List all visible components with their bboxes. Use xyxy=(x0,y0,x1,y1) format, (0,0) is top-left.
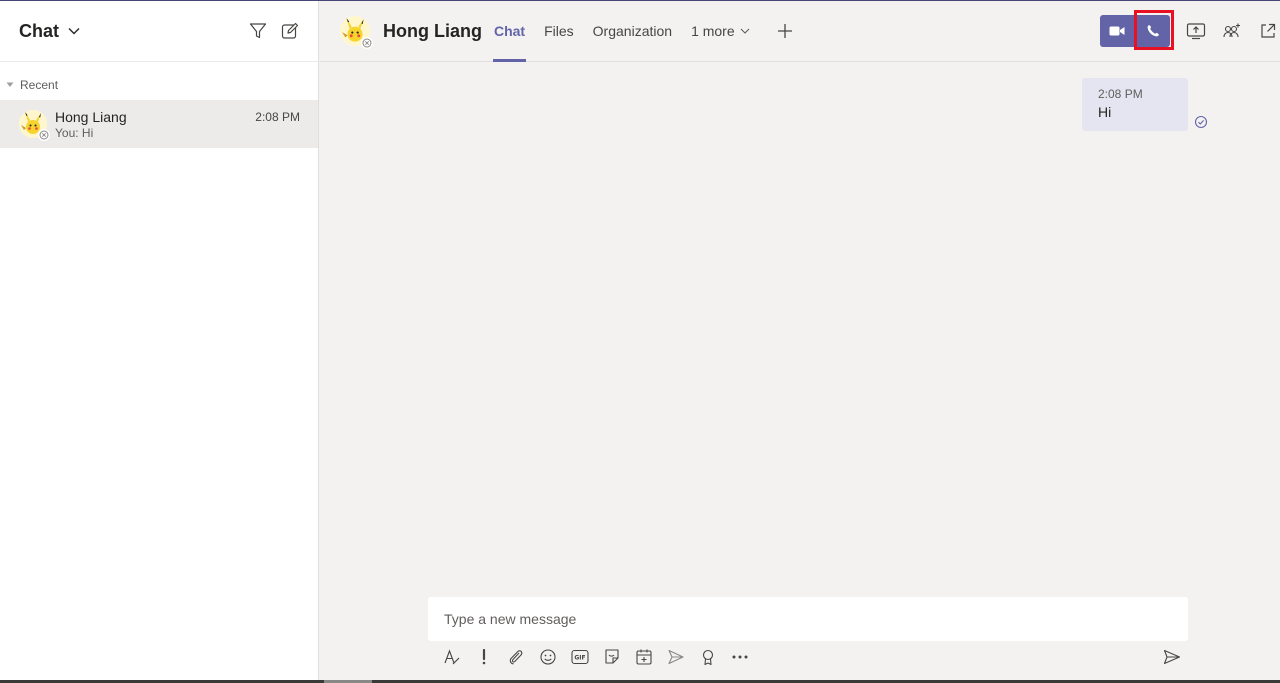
stream-icon[interactable] xyxy=(666,647,686,667)
call-buttons xyxy=(1100,15,1170,47)
chat-item-time: 2:08 PM xyxy=(255,110,300,124)
message-text: Hi xyxy=(1098,104,1112,120)
compose-icon[interactable] xyxy=(280,21,300,41)
chevron-down-icon[interactable] xyxy=(68,27,80,35)
chat-list-header: Chat xyxy=(0,1,318,62)
chat-list-title[interactable]: Chat xyxy=(19,21,59,42)
message-time: 2:08 PM xyxy=(1098,87,1143,101)
attach-icon[interactable] xyxy=(506,647,526,667)
chat-item-preview: You: Hi xyxy=(55,125,94,140)
tab-files[interactable]: Files xyxy=(543,1,575,62)
message-bubble[interactable]: 2:08 PM Hi xyxy=(1082,78,1188,131)
caret-down-icon xyxy=(6,82,14,88)
chat-list-item[interactable]: Hong Liang You: Hi 2:08 PM xyxy=(0,100,318,148)
svg-text:GIF: GIF xyxy=(574,655,585,662)
video-call-icon xyxy=(1109,26,1125,36)
conversation-pane: Hong Liang Chat Files Organization 1 mor… xyxy=(320,1,1280,680)
avatar[interactable] xyxy=(340,16,373,49)
avatar xyxy=(19,110,50,141)
composer-toolbar: GIF xyxy=(442,647,750,667)
important-icon[interactable] xyxy=(474,647,494,667)
message-input[interactable] xyxy=(444,611,1172,627)
format-icon[interactable] xyxy=(442,647,462,667)
recent-section-toggle[interactable]: Recent xyxy=(0,74,318,96)
add-tab-icon[interactable] xyxy=(777,23,793,39)
chat-list-pane: Chat Recent Hong Liang You: Hi 2:08 PM xyxy=(0,1,319,680)
share-screen-icon[interactable] xyxy=(1186,21,1206,41)
presence-offline-icon xyxy=(361,37,373,49)
gif-icon[interactable]: GIF xyxy=(570,647,590,667)
chevron-down-icon xyxy=(740,28,750,34)
contact-name: Hong Liang xyxy=(383,20,482,41)
more-options-icon[interactable] xyxy=(730,647,750,667)
sticker-icon[interactable] xyxy=(602,647,622,667)
emoji-icon[interactable] xyxy=(538,647,558,667)
sent-status-icon xyxy=(1194,115,1208,129)
pop-out-icon[interactable] xyxy=(1258,21,1278,41)
schedule-meeting-icon[interactable] xyxy=(634,647,654,667)
tab-more[interactable]: 1 more xyxy=(690,1,751,62)
filter-icon[interactable] xyxy=(248,21,268,41)
video-call-button[interactable] xyxy=(1100,15,1134,47)
audio-call-button[interactable] xyxy=(1134,15,1170,47)
send-icon[interactable] xyxy=(1162,647,1182,667)
tab-more-label: 1 more xyxy=(691,23,735,39)
recent-section-label: Recent xyxy=(20,78,59,92)
praise-icon[interactable] xyxy=(698,647,718,667)
add-people-icon[interactable] xyxy=(1222,21,1242,41)
conversation-tabs: Chat Files Organization 1 more xyxy=(492,1,793,62)
chat-item-name: Hong Liang xyxy=(55,108,127,125)
conversation-header: Hong Liang Chat Files Organization 1 mor… xyxy=(320,1,1280,62)
message-composer xyxy=(428,597,1188,641)
presence-offline-icon xyxy=(38,129,50,141)
window-top-border xyxy=(0,0,1280,1)
audio-call-icon xyxy=(1147,25,1159,37)
tab-organization[interactable]: Organization xyxy=(592,1,673,62)
tab-chat[interactable]: Chat xyxy=(492,1,527,62)
